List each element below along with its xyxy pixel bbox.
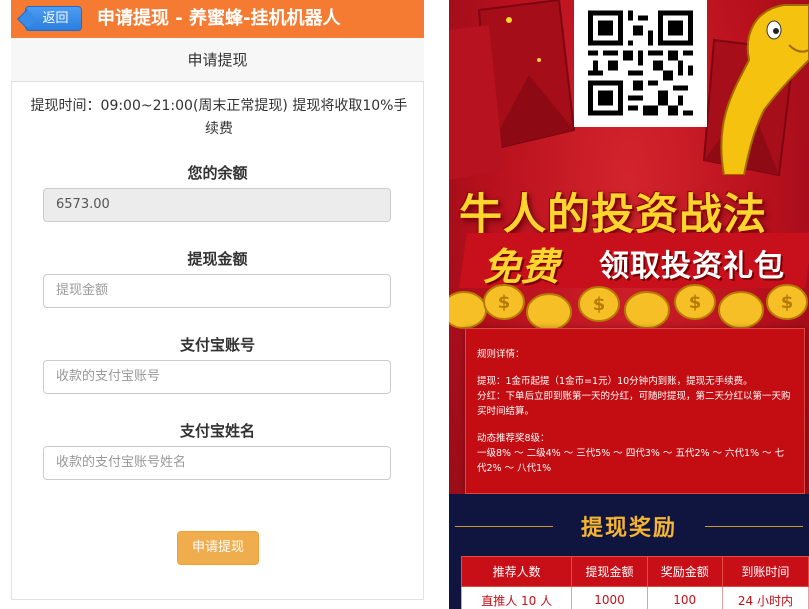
reward-table-header: 提现金额 (571, 556, 648, 587)
table-cell: 100 (646, 586, 723, 609)
withdraw-panel: 返回 申请提现 - 养蜜蜂-挂机机器人 申请提现 提现时间：09:00~21:0… (0, 0, 437, 609)
table-cell: 24 小时内 (721, 586, 809, 609)
reward-table-header: 到账时间 (721, 556, 809, 587)
balance-field: 6573.00 (43, 188, 391, 222)
reward-title: 提现奖励 (580, 516, 677, 541)
table-cell: 直推人 10 人 (460, 586, 573, 609)
withdraw-notice: 提现时间：09:00~21:00(周末正常提现) 提现将收取10%手续费 (30, 98, 408, 137)
section-header: 申请提现 (11, 38, 424, 82)
top-navbar: 返回 申请提现 - 养蜜蜂-挂机机器人 (11, 0, 424, 38)
mascot-illustration (720, 4, 809, 175)
promo-poster: 牛人的投资战法 免费 领取投资礼包 $ $ $ $ 规则详情： 提现：1金币起提… (449, 0, 809, 609)
back-button-label: 返回 (42, 11, 69, 26)
rules-withdraw-line: 提现：1金币起提（1金币=1元）10分钟内到账，提现无手续费。 (477, 376, 753, 387)
table-row: 直推人 10 人 1000 100 24 小时内 (460, 586, 809, 609)
balance-label: 您的余额 (187, 164, 248, 182)
rules-referral-levels: 一级8% ～ 二级4% ～ 三代5% ～ 四代3% ～ 五代2% ～ 六代1% … (477, 448, 785, 474)
svg-text:$: $ (498, 292, 511, 313)
rules-heading: 规则详情： (477, 349, 525, 360)
back-button[interactable]: 返回 (25, 6, 82, 31)
qr-code-icon (588, 10, 693, 116)
page-title: 申请提现 - 养蜜蜂-挂机机器人 (97, 8, 341, 29)
amount-input[interactable]: 提现金额 (43, 274, 391, 308)
rules-dividend-line: 分红：下单后立即到账第一天的分红，可随时提现，第二天分红以第一天购买时间结算。 (477, 391, 791, 417)
rules-box: 规则详情： 提现：1金币起提（1金币=1元）10分钟内到账，提现无手续费。 分红… (465, 328, 805, 494)
qr-code (574, 0, 707, 127)
reward-table-header-row: 推荐人数 提现金额 奖励金额 到账时间 (460, 556, 809, 587)
screen: 返回 申请提现 - 养蜜蜂-挂机机器人 申请提现 提现时间：09:00~21:0… (0, 0, 809, 609)
submit-withdraw-button[interactable]: 申请提现 (177, 531, 259, 565)
amount-label: 提现金额 (187, 250, 248, 268)
svg-text:$: $ (689, 292, 702, 313)
rules-referral-heading: 动态推荐奖8级： (477, 433, 550, 444)
reward-table-header: 奖励金额 (646, 556, 723, 587)
gift-text: 领取投资礼包 (599, 249, 785, 284)
alipay-name-input[interactable]: 收款的支付宝账号姓名 (43, 446, 391, 480)
svg-text:$: $ (593, 294, 606, 315)
reward-table: 推荐人数 提现金额 奖励金额 到账时间 直推人 10 人 1000 100 24… (460, 556, 809, 609)
reward-table-header: 推荐人数 (460, 556, 573, 587)
table-cell: 1000 (571, 586, 648, 609)
alipay-account-label: 支付宝账号 (179, 336, 255, 354)
alipay-account-input[interactable]: 收款的支付宝账号 (43, 360, 391, 394)
alipay-name-label: 支付宝姓名 (179, 422, 255, 440)
svg-text:$: $ (781, 292, 794, 313)
